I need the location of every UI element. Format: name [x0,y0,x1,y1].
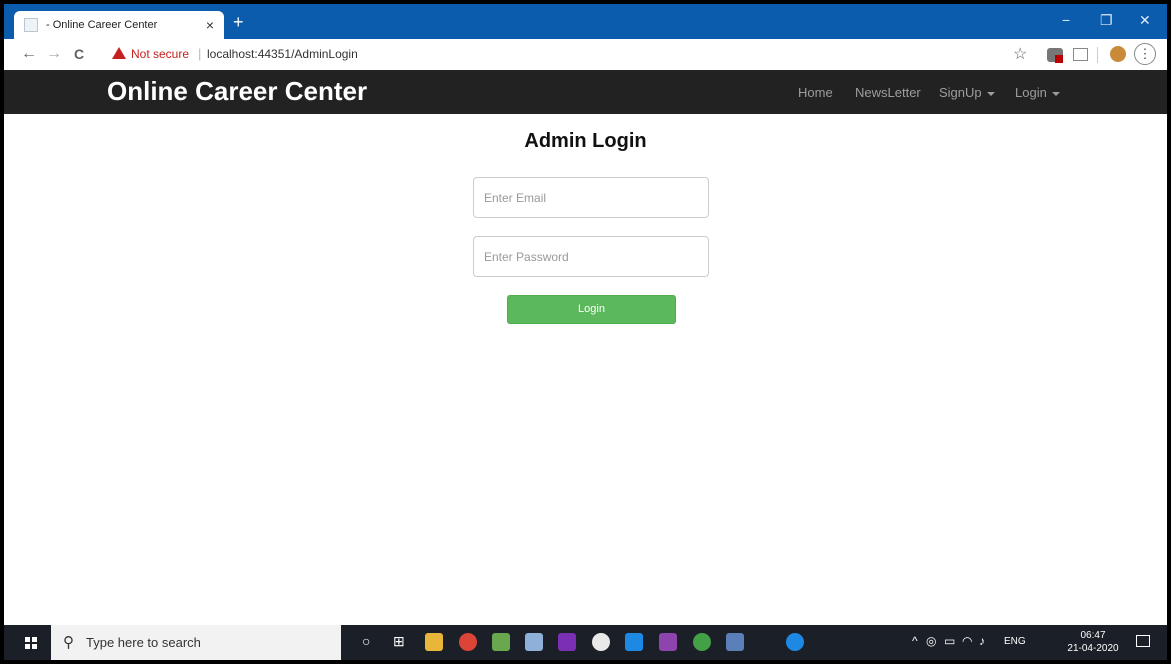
network-icon[interactable]: ◎ [926,634,936,648]
reload-icon[interactable]: C [74,46,84,62]
system-clock[interactable]: 06:47 21-04-2020 [1064,629,1122,655]
clock-time: 06:47 [1080,630,1106,641]
address-bar[interactable]: localhost:44351/AdminLogin [207,47,358,61]
email-field[interactable] [473,177,709,218]
url-separator: | [198,46,202,61]
nav-newsletter[interactable]: NewsLetter [855,85,921,100]
caret-down-icon [1051,91,1060,96]
page-title: Admin Login [524,130,647,152]
file-explorer-icon[interactable] [425,633,443,651]
site-navbar: Online Career Center Home NewsLetter Sig… [4,70,1167,114]
visual-studio-icon[interactable] [659,633,677,651]
help-icon[interactable] [786,633,804,651]
browser-tab[interactable]: - Online Career Center × [14,11,224,39]
task-view-icon[interactable]: ⊞ [393,633,405,650]
extension-badge-icon [1055,55,1063,63]
minimize-icon[interactable]: − [1062,12,1070,28]
notifications-icon[interactable] [1136,635,1150,647]
browser-menu-icon[interactable]: ⋮ [1134,43,1156,65]
cortana-icon[interactable]: ○ [362,633,370,649]
taskbar: ⚲ Type here to search ○ ⊞ ^ ◎ ▭ ◠ ♪ ENG … [4,625,1167,660]
site-brand[interactable]: Online Career Center [107,76,367,107]
taskbar-search-placeholder: Type here to search [86,635,201,650]
chevron-up-icon[interactable]: ^ [912,634,918,648]
caret-down-icon [986,91,995,96]
volume-icon[interactable]: ♪ [979,634,985,648]
battery-icon[interactable]: ▭ [944,634,955,648]
profile-avatar[interactable] [1110,46,1126,62]
tab-title: - Online Career Center [46,19,158,31]
wifi-icon[interactable]: ◠ [962,634,972,648]
title-bar: - Online Career Center × + − ❐ ✕ [4,4,1167,39]
browser-toolbar: ← → C Not secure | localhost:44351/Admin… [4,39,1167,71]
vscode-icon[interactable] [625,633,643,651]
paint-icon[interactable] [525,633,543,651]
nav-home[interactable]: Home [798,85,833,100]
back-icon[interactable]: ← [21,45,37,63]
browser-window: - Online Career Center × + − ❐ ✕ ← → C N… [4,4,1167,660]
cast-icon[interactable] [1073,48,1088,61]
toolbar-divider [1097,47,1098,63]
window-close-icon[interactable]: ✕ [1139,12,1151,29]
warning-icon[interactable] [112,47,126,59]
search-icon: ⚲ [63,634,74,651]
security-indicator[interactable]: Not secure [131,47,189,61]
nav-signup-dropdown[interactable]: SignUp [939,85,995,100]
nav-login-label: Login [1015,85,1047,100]
snipping-tool-icon[interactable] [492,633,510,651]
chrome-icon[interactable] [459,633,477,651]
nodejs-icon[interactable] [693,633,711,651]
clock-date: 21-04-2020 [1067,643,1119,654]
emoji-app-icon[interactable] [592,633,610,651]
password-field[interactable] [473,236,709,277]
nav-signup-label: SignUp [939,85,982,100]
forward-icon[interactable]: → [46,45,62,63]
close-tab-icon[interactable]: × [206,17,214,33]
taskbar-search[interactable]: ⚲ Type here to search [51,625,341,660]
nav-login-dropdown[interactable]: Login [1015,85,1060,100]
bookmark-star-icon[interactable]: ☆ [1013,44,1027,64]
login-button[interactable]: Login [507,295,676,324]
language-indicator[interactable]: ENG [1004,636,1026,647]
maximize-icon[interactable]: ❐ [1100,12,1113,29]
paint3d-icon[interactable] [558,633,576,651]
page-icon [24,18,38,32]
windows-start-icon[interactable] [25,637,37,649]
word-icon[interactable] [726,633,744,651]
new-tab-button[interactable]: + [233,13,244,31]
